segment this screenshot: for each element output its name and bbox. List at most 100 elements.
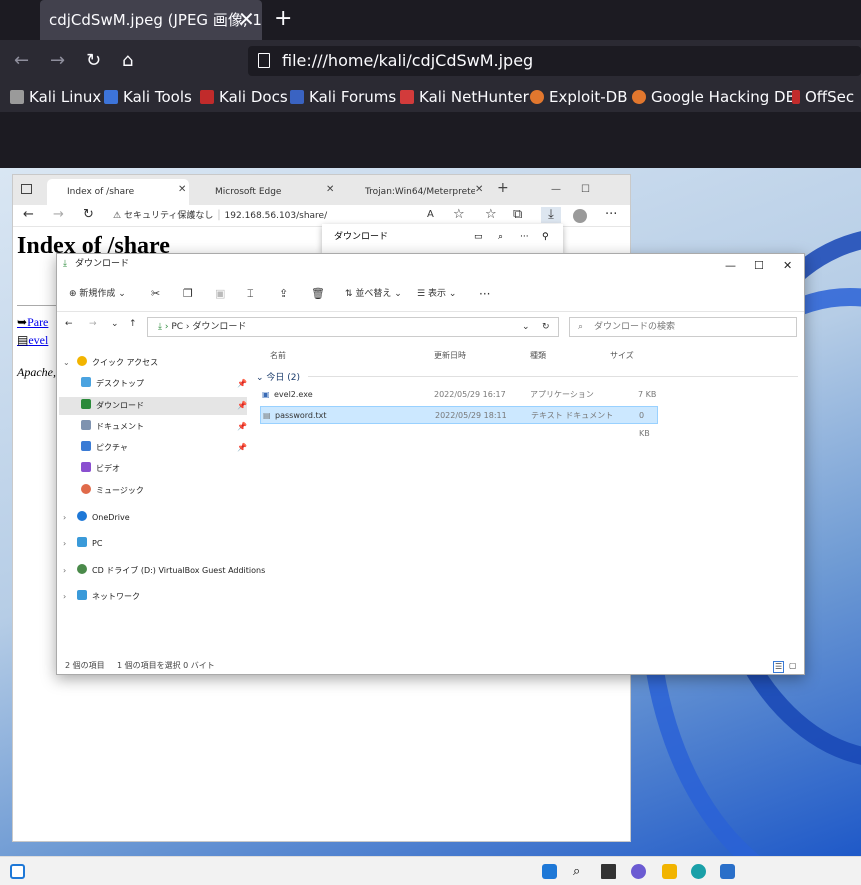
tiles-view-icon[interactable]: ▢: [789, 658, 797, 674]
recent-icon[interactable]: ⌄: [111, 319, 119, 329]
more-icon[interactable]: ···: [520, 224, 529, 250]
column-size[interactable]: サイズ: [610, 350, 634, 361]
search-icon[interactable]: ⌕: [498, 224, 503, 250]
start-icon[interactable]: [542, 864, 557, 879]
delete-icon[interactable]: 🗑: [311, 286, 325, 302]
bookmark-exploit-db[interactable]: Exploit-DB: [530, 88, 628, 106]
cut-icon[interactable]: ✂: [151, 286, 160, 302]
chevron-right-icon[interactable]: ›: [63, 566, 66, 575]
nav-downloads[interactable]: ダウンロード: [59, 397, 247, 415]
chat-icon[interactable]: [631, 864, 646, 879]
nav-pictures[interactable]: ピクチャ: [81, 439, 128, 457]
close-icon[interactable]: ✕: [475, 184, 483, 195]
maximize-icon[interactable]: ☐: [754, 256, 764, 276]
column-date[interactable]: 更新日時: [434, 350, 466, 361]
file-row[interactable]: ▣ evel2.exe 2022/05/29 16:17 アプリケーション 7 …: [260, 386, 658, 404]
pin-icon[interactable]: ⚲: [542, 224, 549, 250]
forward-icon[interactable]: →: [53, 207, 64, 223]
bookmark-kali-forums[interactable]: Kali Forums: [290, 88, 396, 106]
forward-icon[interactable]: →: [89, 319, 97, 329]
bookmark-kali-nethunter[interactable]: Kali NetHunter: [400, 88, 529, 106]
minimize-icon[interactable]: —: [725, 256, 736, 276]
explorer-search-input[interactable]: ⌕ ダウンロードの検索: [569, 317, 797, 337]
nav-quick-access[interactable]: クイック アクセス: [77, 354, 158, 372]
bookmark-kali-tools[interactable]: Kali Tools: [104, 88, 192, 106]
sort-button[interactable]: ⇅ 並べ替え ⌄: [345, 286, 402, 302]
chevron-right-icon[interactable]: ›: [63, 539, 66, 548]
reload-icon[interactable]: ↻: [83, 207, 94, 223]
home-icon[interactable]: ⌂: [122, 50, 133, 72]
nav-videos[interactable]: ビデオ: [81, 460, 120, 478]
close-icon[interactable]: ✕: [178, 184, 186, 195]
close-icon[interactable]: ✕: [238, 8, 255, 30]
more-icon[interactable]: ···: [479, 286, 490, 302]
edge-tab-microsoft-edge[interactable]: Microsoft Edge: [195, 179, 335, 205]
details-view-icon[interactable]: ☰: [773, 661, 785, 673]
column-name[interactable]: 名前: [270, 350, 286, 361]
share-icon[interactable]: ⇪: [279, 286, 288, 302]
back-icon[interactable]: ←: [23, 207, 34, 223]
reload-icon[interactable]: ↻: [86, 50, 101, 72]
nav-cd-drive[interactable]: CD ドライブ (D:) VirtualBox Guest Additions: [77, 562, 265, 580]
chevron-down-icon[interactable]: ⌄: [63, 358, 70, 367]
explorer-address-bar[interactable]: ⤓ › PC › ダウンロード ⌄ ↻: [147, 317, 559, 337]
new-button[interactable]: ⊕ 新規作成 ⌄: [69, 286, 126, 302]
chevron-down-icon[interactable]: ⌄: [522, 318, 530, 336]
collections-icon[interactable]: ⧉: [513, 207, 522, 223]
parent-directory-link[interactable]: ➥Pare: [17, 315, 48, 330]
chevron-right-icon[interactable]: ›: [63, 592, 66, 601]
nav-desktop[interactable]: デスクトップ: [81, 375, 144, 393]
up-icon[interactable]: ↑: [129, 319, 137, 329]
copy-icon[interactable]: ❐: [183, 286, 193, 302]
edge-address-bar[interactable]: ⚠ セキュリティ保護なし │ 192.168.56.103/share/: [113, 207, 413, 225]
nav-music[interactable]: ミュージック: [81, 482, 144, 500]
tab-actions-icon[interactable]: [21, 184, 32, 194]
downloads-icon[interactable]: ⤓: [541, 207, 561, 223]
folder-icon[interactable]: ▭: [474, 224, 483, 250]
bookmark-kali-docs[interactable]: Kali Docs: [200, 88, 288, 106]
new-tab-icon[interactable]: +: [274, 6, 292, 32]
search-icon[interactable]: ⌕: [573, 864, 588, 879]
task-view-icon[interactable]: [601, 864, 616, 879]
profile-avatar[interactable]: [573, 209, 587, 223]
favorites-icon[interactable]: ☆: [485, 207, 497, 223]
evel-file-link[interactable]: ▤evel: [17, 333, 48, 348]
pin-icon: 📌: [237, 422, 247, 431]
more-icon[interactable]: ···: [605, 207, 617, 223]
store-icon[interactable]: [720, 864, 735, 879]
edge-tab-index[interactable]: Index of /share: [47, 179, 189, 205]
nav-network[interactable]: ネットワーク: [77, 588, 140, 606]
group-header-today[interactable]: ⌄ 今日 (2): [256, 370, 300, 383]
paste-icon[interactable]: ▣: [215, 286, 225, 302]
nav-documents[interactable]: ドキュメント: [81, 418, 144, 436]
back-icon[interactable]: ←: [65, 319, 73, 329]
nav-onedrive[interactable]: OneDrive: [77, 509, 130, 527]
close-icon[interactable]: ✕: [326, 184, 334, 195]
widgets-icon[interactable]: [10, 864, 25, 879]
refresh-icon[interactable]: ↻: [542, 318, 550, 336]
bookmark-google-hacking-db[interactable]: Google Hacking DB: [632, 88, 796, 106]
new-tab-icon[interactable]: +: [497, 180, 509, 196]
edge-tab-trojan[interactable]: Trojan:Win64/Meterpreter.B: [345, 179, 475, 205]
view-button[interactable]: ☰ 表示 ⌄: [417, 286, 456, 302]
file-row[interactable]: ▤ password.txt 2022/05/29 18:11 テキスト ドキュ…: [260, 406, 658, 438]
back-icon[interactable]: ←: [14, 50, 29, 72]
bookmark-kali-linux[interactable]: Kali Linux: [10, 88, 101, 106]
minimize-icon[interactable]: —: [551, 184, 561, 195]
bookmark-offsec[interactable]: OffSec: [792, 88, 854, 106]
edge-icon[interactable]: [691, 864, 706, 879]
column-type[interactable]: 種類: [530, 350, 546, 361]
search-icon: ⌕: [578, 322, 584, 332]
cloud-icon: [77, 511, 87, 521]
forward-icon[interactable]: →: [50, 50, 65, 72]
nav-pc[interactable]: PC: [77, 535, 102, 553]
close-icon[interactable]: ✕: [783, 256, 792, 276]
favorite-add-icon[interactable]: ☆: [453, 207, 465, 223]
maximize-icon[interactable]: ☐: [581, 184, 590, 195]
read-aloud-icon[interactable]: A: [427, 207, 434, 223]
chevron-right-icon[interactable]: ›: [63, 513, 66, 522]
file-explorer-icon[interactable]: [662, 864, 677, 879]
url-bar[interactable]: file:///home/kali/cdjCdSwM.jpeg: [248, 46, 861, 76]
firefox-tab[interactable]: cdjCdSwM.jpeg (JPEG 画像, 1: [40, 0, 262, 40]
rename-icon[interactable]: ⌶: [247, 286, 254, 302]
